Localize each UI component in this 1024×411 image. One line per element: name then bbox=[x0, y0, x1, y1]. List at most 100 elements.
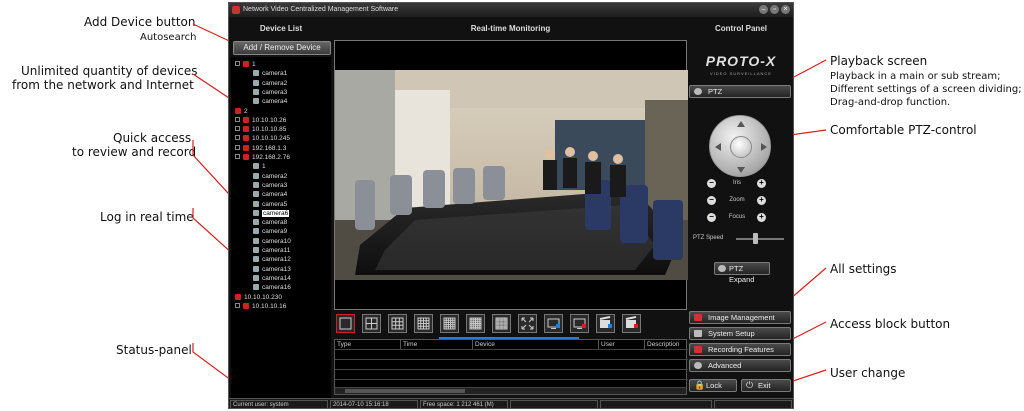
video-frame bbox=[335, 70, 688, 280]
ptz-left-icon[interactable] bbox=[715, 143, 721, 151]
minimize-icon[interactable]: – bbox=[759, 5, 768, 14]
tree-node-label: 192.168.2.76 bbox=[252, 154, 290, 161]
system-setup-button[interactable]: System Setup bbox=[689, 327, 791, 340]
tree-camera-node[interactable]: 1 bbox=[253, 163, 266, 171]
expand-toggle-icon[interactable] bbox=[235, 302, 240, 308]
ptz-up-icon[interactable] bbox=[737, 121, 745, 127]
annotation-unlimited-line2: from the network and Internet bbox=[12, 78, 194, 92]
focus-minus-button[interactable]: − bbox=[707, 213, 716, 222]
tree-device-node[interactable]: 10.10.10.85 bbox=[235, 126, 286, 134]
image-management-button[interactable]: Image Management bbox=[689, 311, 791, 324]
advanced-label: Advanced bbox=[708, 361, 742, 370]
fullscreen-icon[interactable] bbox=[518, 314, 537, 333]
tree-camera-node[interactable]: camera16 bbox=[253, 284, 291, 292]
log-horizontal-scrollbar[interactable] bbox=[335, 387, 686, 394]
dvr-icon bbox=[243, 61, 249, 67]
log-row-divider bbox=[335, 359, 688, 360]
log-column-device[interactable]: Device bbox=[473, 340, 599, 349]
tree-device-node[interactable]: 10.10.10.245 bbox=[235, 135, 290, 143]
log-column-description[interactable]: Description bbox=[645, 340, 688, 349]
tree-camera-node[interactable]: camera1 bbox=[253, 70, 287, 78]
ptz-expand-button[interactable]: PTZ Expand bbox=[714, 262, 770, 284]
layout-9-icon[interactable] bbox=[388, 314, 407, 333]
tree-camera-node[interactable]: camera14 bbox=[253, 274, 291, 283]
advanced-button[interactable]: Advanced bbox=[689, 359, 791, 372]
annotation-quick-access-line2: to review and record bbox=[72, 145, 197, 159]
close-icon[interactable]: × bbox=[781, 5, 790, 14]
tree-camera-node[interactable]: camera9 bbox=[253, 228, 287, 236]
log-column-time[interactable]: Time bbox=[401, 340, 473, 349]
tree-camera-node[interactable]: camera8 bbox=[253, 219, 287, 227]
tree-device-node[interactable]: 10.10.10.16 bbox=[235, 302, 286, 311]
layout-36-icon[interactable] bbox=[466, 314, 485, 333]
tree-node-label: camera11 bbox=[262, 247, 291, 254]
zoom-plus-button[interactable]: + bbox=[757, 196, 766, 205]
ptz-speed-slider[interactable] bbox=[736, 238, 784, 240]
tree-camera-node[interactable]: camera3 bbox=[253, 181, 287, 190]
maximize-icon[interactable]: ▫ bbox=[770, 5, 779, 14]
zoom-control: − Zoom + bbox=[707, 196, 767, 206]
tree-node-label: camera13 bbox=[262, 265, 291, 273]
ptz-tab-button[interactable]: PTZ bbox=[689, 85, 791, 98]
layout-16-icon[interactable] bbox=[414, 314, 433, 333]
window-title: Network Video Centralized Management Sof… bbox=[243, 6, 399, 13]
expand-toggle-icon[interactable] bbox=[235, 126, 240, 132]
log-column-type[interactable]: Type bbox=[335, 340, 401, 349]
recording-features-button[interactable]: Recording Features bbox=[689, 343, 791, 356]
layout-1-icon[interactable] bbox=[336, 314, 355, 333]
log-column-user[interactable]: User bbox=[599, 340, 645, 349]
annotation-add-device-title: Add Device button bbox=[84, 15, 196, 29]
tree-camera-node[interactable]: camera2 bbox=[253, 79, 287, 88]
layout-4-icon[interactable] bbox=[362, 314, 381, 333]
expand-toggle-icon[interactable] bbox=[235, 61, 240, 66]
expand-toggle-icon[interactable] bbox=[235, 116, 240, 122]
ptz-speed-slider-handle[interactable] bbox=[753, 233, 758, 244]
camera-icon bbox=[253, 247, 259, 253]
tree-camera-node[interactable]: camera6 bbox=[253, 209, 290, 218]
tree-camera-node[interactable]: camera5 bbox=[253, 200, 287, 209]
tree-camera-node[interactable]: camera10 bbox=[253, 237, 291, 246]
tree-camera-node[interactable]: camera3 bbox=[253, 88, 287, 97]
iris-minus-button[interactable]: − bbox=[707, 179, 716, 188]
lock-button[interactable]: 🔒 Lock bbox=[689, 379, 737, 392]
tree-node-label: camera14 bbox=[262, 274, 291, 282]
stop-record-all-icon[interactable] bbox=[622, 314, 641, 333]
expand-toggle-icon[interactable] bbox=[235, 144, 240, 150]
camera-icon bbox=[253, 274, 259, 281]
tree-camera-node[interactable]: camera13 bbox=[253, 265, 291, 274]
layout-25-icon[interactable] bbox=[440, 314, 459, 333]
exit-button[interactable]: ⏻ Exit bbox=[741, 379, 791, 392]
device-tree[interactable]: 1 camera1 camera2 camera3 camera4 2 10.10.10.2… bbox=[231, 57, 331, 399]
expand-toggle-icon[interactable] bbox=[235, 154, 240, 159]
close-all-preview-icon[interactable] bbox=[570, 314, 589, 333]
scrollbar-thumb[interactable] bbox=[345, 389, 465, 393]
power-icon: ⏻ bbox=[746, 380, 754, 390]
tree-device-node[interactable]: 10.10.10.26 bbox=[235, 116, 286, 125]
tree-camera-node[interactable]: camera12 bbox=[253, 256, 291, 264]
tree-device-node[interactable]: 192.168.1.3 bbox=[235, 144, 286, 153]
ptz-right-icon[interactable] bbox=[761, 143, 767, 151]
image-management-icon bbox=[694, 314, 702, 321]
focus-plus-button[interactable]: + bbox=[757, 213, 766, 222]
tree-device-node[interactable]: 2 bbox=[235, 107, 248, 116]
ptz-down-icon[interactable] bbox=[737, 167, 745, 173]
playback-screen[interactable] bbox=[334, 40, 688, 310]
tree-camera-node[interactable]: camera4 bbox=[253, 98, 287, 106]
open-all-preview-icon[interactable] bbox=[544, 314, 563, 333]
add-remove-device-button[interactable]: Add / Remove Device bbox=[233, 41, 331, 55]
tree-camera-node[interactable]: camera11 bbox=[253, 247, 290, 255]
layout-64-icon[interactable] bbox=[492, 314, 511, 333]
tree-camera-node[interactable]: camera4 bbox=[253, 191, 287, 199]
ptz-center-button[interactable] bbox=[730, 136, 752, 158]
tree-device-node[interactable]: 192.168.2.76 bbox=[235, 154, 290, 162]
start-record-all-icon[interactable] bbox=[596, 314, 615, 333]
expand-toggle-icon[interactable] bbox=[235, 135, 240, 141]
tree-camera-node[interactable]: camera2 bbox=[253, 172, 287, 181]
event-log[interactable]: Type Time Device User Description bbox=[334, 339, 688, 395]
ptz-direction-pad[interactable] bbox=[709, 115, 771, 177]
tree-node-label: camera12 bbox=[262, 256, 291, 264]
tree-device-node[interactable]: 10.10.10.230 bbox=[235, 293, 282, 302]
tree-device-node[interactable]: 1 bbox=[235, 61, 256, 69]
zoom-minus-button[interactable]: − bbox=[707, 196, 716, 205]
iris-plus-button[interactable]: + bbox=[757, 179, 766, 188]
